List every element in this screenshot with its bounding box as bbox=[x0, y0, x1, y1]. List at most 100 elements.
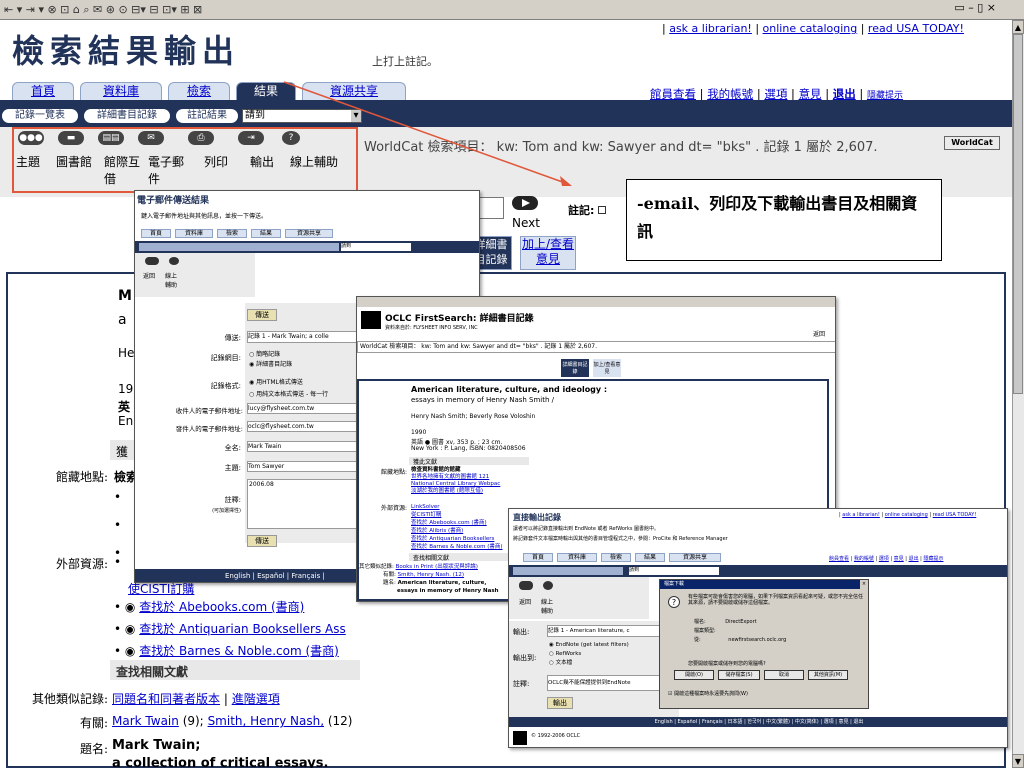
export-copyright: © 1992-2006 OCLC bbox=[531, 733, 581, 739]
email-subtab-bar: 請到 bbox=[135, 241, 479, 253]
export-tabs: 首頁 資料庫 檢索 結果 資源共享 bbox=[523, 553, 721, 562]
annotation-callout: -email、列印及下載輸出書目及相關資訊 bbox=[626, 179, 942, 261]
dialog-question: 有些檔案可能會傷害您的電腦，如果下列檔案資訊看起來可疑，或您不完全信任其來源，請… bbox=[688, 594, 864, 606]
email-tab-home[interactable]: 首頁 bbox=[141, 229, 171, 238]
export-output-select[interactable]: 記錄 1 - American literature, c bbox=[547, 625, 677, 637]
export-catalog-link[interactable]: online cataloging bbox=[885, 512, 928, 518]
email-toolbar: 返回 線上輔助 bbox=[135, 253, 255, 297]
print-get-section: 獲此文獻 bbox=[409, 457, 529, 466]
email-tabs: 首頁 資料庫 檢索 結果 資源共享 bbox=[141, 229, 333, 238]
email-tab-sharing[interactable]: 資源共享 bbox=[285, 229, 333, 238]
download-dialog: 檔案下載 × ? 有些檔案可能會傷害您的電腦，如果下列檔案資訊看起來可疑，或您不完… bbox=[659, 579, 869, 709]
export-back-label[interactable]: 返回 bbox=[519, 597, 531, 606]
print-title: OCLC FirstSearch: 詳細書目記錄 bbox=[385, 314, 534, 324]
send-button-top[interactable]: 傳送 bbox=[247, 309, 277, 321]
export-help-label[interactable]: 線上輔助 bbox=[541, 597, 557, 615]
print-search-desc: WorldCat 檢索項目： kw: Tom and kw: Sawyer an… bbox=[357, 341, 835, 353]
print-tab-detailed[interactable]: 詳細書目記錄 bbox=[561, 359, 589, 377]
dialog-ask-checkbox[interactable]: ☑ 開啟這種檔案時永遠要先詢問(W) bbox=[668, 690, 748, 697]
help-label-email[interactable]: 線上輔助 bbox=[165, 271, 181, 289]
export-opt-text[interactable]: ○ 文本檔 bbox=[549, 659, 629, 668]
question-icon: ? bbox=[668, 596, 680, 608]
scroll-up-icon[interactable]: ▲ bbox=[1012, 20, 1024, 34]
export-back-icon[interactable] bbox=[519, 581, 533, 590]
export-output-label: 輸出: bbox=[513, 628, 530, 636]
print-ext-linksolver[interactable]: LinkSolver bbox=[411, 503, 503, 511]
export-output-to-options: ◉ EndNote (get latest filters) ○ RefWork… bbox=[549, 641, 629, 668]
scrollbar-thumb[interactable] bbox=[1013, 34, 1023, 394]
print-holdings-ncl[interactable]: National Central Library Webpac bbox=[411, 481, 500, 488]
format-label: 記錄格式: bbox=[210, 382, 241, 390]
email-help-icon[interactable] bbox=[169, 257, 179, 265]
oclc-logo bbox=[361, 311, 381, 329]
export-tab-search[interactable]: 檢索 bbox=[601, 553, 631, 562]
dialog-more-button[interactable]: 其他資訊(M) bbox=[808, 670, 848, 680]
export-output-button[interactable]: 輸出 bbox=[547, 697, 573, 709]
export-footer: English | Español | Français | 日本語 | 한국어… bbox=[509, 717, 1007, 727]
print-ext-abe[interactable]: 查找於 Abebooks.com (書商) bbox=[411, 519, 503, 527]
print-return[interactable]: 返回 bbox=[813, 329, 825, 338]
send-label: 傳送: bbox=[224, 334, 241, 342]
to-label: 收件人的電子郵件地址: bbox=[175, 407, 243, 415]
export-tab-results[interactable]: 結果 bbox=[635, 553, 665, 562]
print-holdings-ill[interactable]: 淡湖於我的圖書館 (館際互借) bbox=[411, 488, 500, 495]
dialog-file-info: 檔名: DirectExport 檔案類型: 從: newfirstsearch… bbox=[694, 619, 787, 643]
note-label: 註釋: bbox=[224, 496, 241, 504]
print-holdings-label: 館藏地點: bbox=[380, 469, 407, 476]
export-tab-sharing[interactable]: 資源共享 bbox=[669, 553, 721, 562]
email-select[interactable]: 請到 bbox=[341, 243, 411, 251]
dialog-close-icon[interactable]: × bbox=[860, 580, 868, 589]
name-label: 全名: bbox=[224, 444, 241, 452]
print-ext-barnes[interactable]: 查找於 Barnes & Noble.com (書商) bbox=[411, 543, 503, 551]
print-year: 1990 bbox=[411, 429, 427, 436]
email-tab-search[interactable]: 檢索 bbox=[217, 229, 247, 238]
dialog-open-button[interactable]: 開啟(O) bbox=[674, 670, 714, 680]
print-holdings-world[interactable]: 世界各地擁有文獻的圖書館 121 bbox=[411, 474, 500, 481]
email-hint: 鍵入電子郵件地址與其他訊息，並按一下傳送。 bbox=[141, 213, 268, 220]
print-record-title: American literature, culture, and ideolo… bbox=[411, 385, 608, 394]
export-toolbar: 返回 線上輔助 bbox=[509, 577, 649, 619]
export-tab-db[interactable]: 資料庫 bbox=[557, 553, 597, 562]
export-help-icon[interactable] bbox=[543, 581, 553, 590]
print-find-related: 查找相關文獻 bbox=[409, 553, 519, 562]
export-opt-refworks[interactable]: ○ RefWorks bbox=[549, 650, 629, 659]
export-tab-home[interactable]: 首頁 bbox=[523, 553, 553, 562]
dialog-cancel-button[interactable]: 取消 bbox=[764, 670, 804, 680]
export-select[interactable]: 請到 bbox=[629, 567, 719, 575]
back-icon[interactable] bbox=[145, 257, 159, 265]
email-subtab-strip bbox=[139, 243, 339, 251]
send-button-bottom[interactable]: 傳送 bbox=[247, 535, 277, 547]
print-tab-comments[interactable]: 加上/查看意見 bbox=[593, 359, 621, 377]
export-usatoday-link[interactable]: read USA TODAY! bbox=[933, 512, 977, 518]
email-tab-results[interactable]: 結果 bbox=[251, 229, 281, 238]
print-ext-alibris[interactable]: 查找於 Alibris (書商) bbox=[411, 527, 503, 535]
print-ext-antiq[interactable]: 查找於 Antiquarian Booksellers bbox=[411, 535, 503, 543]
scope-brief[interactable]: ○ 簡略記錄 bbox=[249, 349, 280, 358]
dialog-titlebar: 檔案下載 × bbox=[660, 580, 868, 589]
export-output-to-label: 輸出到: bbox=[513, 654, 537, 662]
print-ext-cisti[interactable]: 從CISTI訂購 bbox=[411, 511, 503, 519]
scope-full[interactable]: ◉ 詳細書目記錄 bbox=[249, 359, 292, 368]
export-oclc-logo bbox=[513, 731, 527, 745]
print-fields: 其它類似記錄: Books in Print (出版狀況與評論) 有關: Smi… bbox=[359, 564, 499, 594]
export-subtab-bar: 請到 bbox=[509, 565, 1007, 577]
export-subtab-strip bbox=[513, 567, 623, 575]
export-top-links: | ask a librarian! | online cataloging |… bbox=[839, 512, 977, 518]
print-subtitle: 資料來自於: FLYSHEET INFO SERV, INC bbox=[385, 325, 478, 331]
email-window-title: 電子郵件傳送結果 bbox=[137, 196, 210, 206]
dialog-prompt: 您要開啟檔案或儲存到您的電腦嗎? bbox=[688, 661, 766, 667]
export-note-input[interactable]: OCLC幾不能保證提供到EndNote bbox=[547, 675, 677, 691]
export-ask-link[interactable]: ask a librarian! bbox=[842, 512, 880, 518]
dialog-buttons: 開啟(O) 儲存檔案(S) 取消 其他資訊(M) bbox=[674, 670, 848, 680]
format-html[interactable]: ◉ 用HTML格式傳送 bbox=[249, 377, 303, 386]
export-note1: 讓者可以將記錄直接輸出到 EndNote 或者 RefWorks 圖書館中。 bbox=[513, 526, 660, 532]
email-tab-db[interactable]: 資料庫 bbox=[175, 229, 213, 238]
scroll-down-icon[interactable]: ▼ bbox=[1012, 754, 1024, 768]
dialog-save-button[interactable]: 儲存檔案(S) bbox=[718, 670, 760, 680]
export-opt-endnote[interactable]: ◉ EndNote (get latest filters) bbox=[549, 641, 629, 650]
arrow-line bbox=[283, 81, 569, 185]
print-pub: New York : P. Lang, ISBN: 0820408506 bbox=[411, 445, 526, 452]
format-text[interactable]: ○ 用純文本格式傳送 - 每一行 bbox=[249, 389, 328, 398]
back-label[interactable]: 返回 bbox=[143, 271, 155, 280]
subject-label: 主題: bbox=[224, 464, 241, 472]
